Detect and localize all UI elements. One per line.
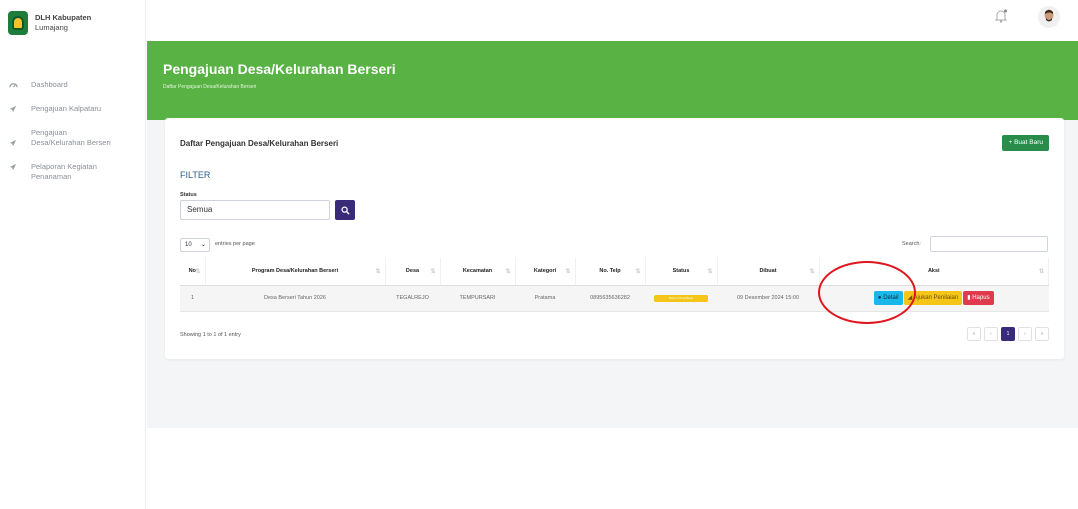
submit-assessment-button[interactable]: ◢ Ajukan Penilaian	[903, 291, 963, 305]
sidebar-item-label: Dashboard	[31, 80, 68, 89]
sidebar-item-dashboard[interactable]: Dashboard	[0, 80, 145, 91]
pagination-next[interactable]: ›	[1018, 327, 1032, 341]
column-header-dibuat[interactable]: Dibuat ⇅	[717, 258, 820, 286]
status-filter-label: Status	[180, 192, 197, 198]
page-title: Pengajuan Desa/Kelurahan Berseri	[163, 61, 396, 77]
dashboard-icon	[8, 81, 18, 91]
column-header-desa[interactable]: Desa ⇅	[385, 258, 441, 286]
send-icon	[8, 105, 18, 115]
send-icon	[8, 163, 18, 173]
column-header-kecamatan[interactable]: Kecamatan ⇅	[440, 258, 516, 286]
table-info: Showing 1 to 1 of 1 entry	[180, 332, 241, 338]
sort-icon: ⇅	[195, 269, 201, 275]
status-badge: Belum Diverifikasi	[654, 294, 708, 302]
cell-no: 1	[180, 285, 205, 312]
chevron-down-icon: ⌄	[200, 242, 206, 248]
filter-search-button[interactable]	[335, 200, 355, 220]
filter-title: FILTER	[180, 170, 211, 180]
cell-kategori: Pratama	[515, 285, 575, 312]
sort-icon: ⇅	[505, 269, 511, 275]
brand[interactable]: DLH Kabupaten Lumajang	[0, 0, 145, 40]
sort-icon: ⇅	[375, 269, 381, 275]
send-icon	[8, 139, 18, 149]
brand-name: DLH Kabupaten Lumajang	[35, 13, 92, 32]
sort-icon: ⇅	[707, 269, 713, 275]
cell-telp: 0895635636282	[575, 285, 645, 312]
list-card: Daftar Pengajuan Desa/Kelurahan Berseri …	[165, 118, 1064, 359]
trash-icon: ▮	[967, 295, 971, 301]
sort-icon: ⇅	[635, 269, 641, 275]
pagination-page-1[interactable]: 1	[1001, 327, 1015, 341]
user-avatar-icon[interactable]	[1038, 6, 1060, 28]
delete-button[interactable]: ▮ Hapus	[963, 291, 994, 305]
table-row: 1 Desa Berseri Tahun 2026 TEGALREJO TEMP…	[180, 285, 1049, 312]
pagination-last[interactable]: »	[1035, 327, 1049, 341]
regency-logo-icon	[8, 11, 28, 35]
pagination-first[interactable]: «	[967, 327, 981, 341]
submissions-table: No ⇅ Program Desa/Kelurahan Berseri ⇅ Desa…	[180, 258, 1049, 312]
entries-per-page-select[interactable]: 10 ⌄	[180, 238, 210, 252]
card-title: Daftar Pengajuan Desa/Kelurahan Berseri	[180, 139, 339, 148]
entries-per-page-label: entries per page	[215, 241, 255, 247]
search-icon	[340, 205, 350, 215]
pagination-prev[interactable]: ‹	[984, 327, 998, 341]
sort-icon: ⇅	[1038, 269, 1044, 275]
info-icon: ●	[877, 295, 882, 301]
bell-icon[interactable]	[994, 8, 1008, 24]
column-header-telp[interactable]: No. Telp ⇅	[575, 258, 646, 286]
send-icon: ◢	[907, 295, 913, 301]
column-header-program[interactable]: Program Desa/Kelurahan Berseri ⇅	[205, 258, 386, 286]
sidebar-item-kalpataru[interactable]: Pengajuan Kalpataru	[0, 104, 145, 115]
cell-desa: TEGALREJO	[385, 285, 440, 312]
table-search-input[interactable]	[930, 236, 1048, 252]
sidebar-item-label: Pengajuan Kalpataru	[31, 104, 102, 113]
sidebar: DLH Kabupaten Lumajang Dashboard Pengaju…	[0, 0, 146, 509]
column-header-aksi[interactable]: Aksi ⇅	[819, 258, 1049, 286]
sidebar-item-label: Pelaporan Kegiatan Penanaman	[31, 162, 97, 181]
column-header-kategori[interactable]: Kategori ⇅	[515, 258, 576, 286]
cell-aksi: ● Detail ◢ Ajukan Penilaian ▮ Hapus	[819, 285, 1049, 312]
table-search-label: Search:	[902, 241, 921, 247]
breadcrumb: Daftar Pengajuan Desa/Kelurahan Berseri	[163, 84, 257, 90]
sidebar-item-pelaporan[interactable]: Pelaporan Kegiatan Penanaman	[0, 162, 145, 181]
status-filter-select[interactable]: Semua	[180, 200, 330, 220]
table-header-row: No ⇅ Program Desa/Kelurahan Berseri ⇅ Desa…	[180, 258, 1049, 286]
detail-button[interactable]: ● Detail	[873, 291, 903, 305]
pagination: « ‹ 1 › »	[967, 327, 1049, 341]
sidebar-nav: Dashboard Pengajuan Kalpataru Pengajuan …	[0, 80, 145, 181]
cell-kecamatan: TEMPURSARI	[440, 285, 515, 312]
page-header: Pengajuan Desa/Kelurahan Berseri Daftar …	[147, 41, 1078, 120]
sidebar-item-desa-berseri[interactable]: Pengajuan Desa/Kelurahan Berseri	[0, 128, 145, 149]
column-header-status[interactable]: Status ⇅	[645, 258, 718, 286]
sort-icon: ⇅	[430, 269, 436, 275]
sort-icon: ⇅	[809, 269, 815, 275]
add-new-button[interactable]: + Buat Baru	[1002, 135, 1049, 151]
column-header-no[interactable]: No ⇅	[180, 258, 206, 286]
cell-status: Belum Diverifikasi	[645, 285, 717, 312]
topbar	[147, 0, 1078, 40]
sort-icon: ⇅	[565, 269, 571, 275]
sidebar-item-label: Pengajuan Desa/Kelurahan Berseri	[31, 128, 111, 147]
cell-dibuat: 09 Desember 2024 15:00	[717, 285, 819, 312]
cell-program: Desa Berseri Tahun 2026	[205, 285, 385, 312]
